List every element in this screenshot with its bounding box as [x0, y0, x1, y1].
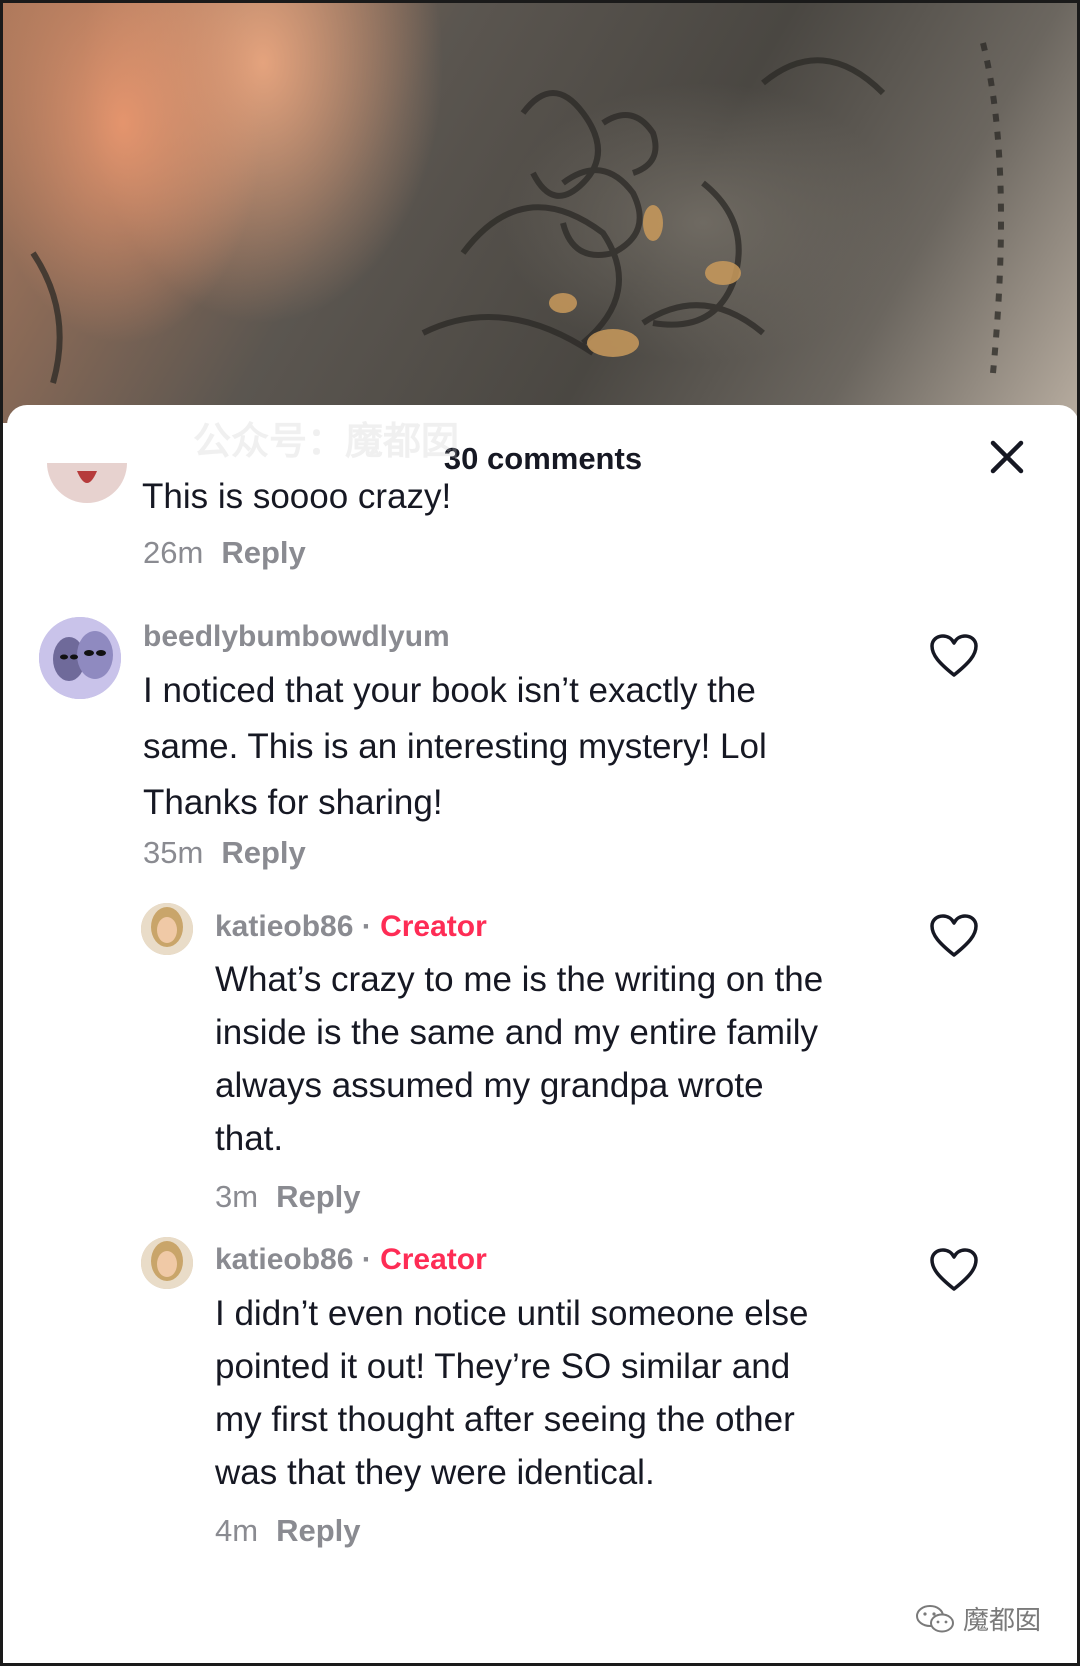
wechat-icon	[915, 1604, 954, 1632]
screenshot-frame: 30 comments This is soooo crazy! 26m Repl…	[0, 0, 1080, 1666]
creator-avatar-image	[141, 1237, 193, 1289]
comment-text-line: always assumed my grandpa wrote	[215, 1066, 764, 1105]
reply-button[interactable]: Reply	[276, 1179, 360, 1214]
carved-book-cover-image	[30, 42, 1004, 384]
reply-button[interactable]: Reply	[221, 835, 305, 870]
comment-text-line: pointed it out! They’re SO similar and	[215, 1347, 791, 1386]
comment-time: 3m	[215, 1179, 259, 1214]
comment-text-line: that.	[215, 1119, 284, 1158]
comment-text-line: my first thought after seeing the other	[215, 1400, 795, 1439]
watermark: 魔都囡	[915, 1600, 1041, 1637]
comment-text-line: Thanks for sharing!	[143, 783, 443, 822]
comment-time: 26m	[143, 535, 204, 570]
comment-text: I didn’t even notice until someone else …	[215, 1287, 808, 1499]
watermark-text: 魔都囡	[962, 1606, 1041, 1636]
comment-text-line: was that they were identical.	[215, 1453, 655, 1492]
comment-meta: 3m Reply	[215, 1179, 361, 1215]
heart-outline-icon	[930, 634, 978, 677]
comment-username[interactable]: katieob86	[215, 910, 353, 943]
creator-badge: Creator	[380, 1243, 487, 1276]
comment-list[interactable]: This is soooo crazy! 26m Reply beedlybumb…	[7, 405, 1077, 1663]
comment-meta: 26m Reply	[143, 535, 306, 571]
separator-dot: ·	[361, 910, 372, 943]
video-background	[3, 3, 1077, 423]
avatar[interactable]	[39, 617, 121, 699]
comment-time: 4m	[215, 1513, 259, 1548]
reply-button[interactable]: Reply	[221, 535, 305, 570]
comment-text-line: same. This is an interesting mystery! Lo…	[143, 727, 767, 766]
avatar[interactable]	[47, 463, 127, 503]
comment-meta: 4m Reply	[215, 1513, 361, 1549]
avatar[interactable]	[141, 1237, 193, 1289]
comment-text-line: What’s crazy to me is the writing on the	[215, 960, 824, 999]
comment-text-line: inside is the same and my entire family	[215, 1013, 819, 1052]
avatar[interactable]	[141, 903, 193, 955]
comments-sheet: 30 comments This is soooo crazy! 26m Repl…	[7, 405, 1077, 1663]
comment-username[interactable]: beedlybumbowdlyum	[143, 620, 450, 654]
comment-meta: 35m Reply	[143, 835, 306, 871]
comment-username[interactable]: katieob86	[215, 1243, 353, 1276]
heart-outline-icon	[930, 914, 978, 957]
creator-avatar-image	[141, 903, 193, 955]
comment-username-row: katieob86 · Creator	[215, 910, 487, 944]
comment-text: This is soooo crazy!	[142, 477, 452, 516]
like-button[interactable]	[929, 633, 979, 679]
comment-text: I noticed that your book isn’t exactly t…	[143, 663, 767, 831]
comment-time: 35m	[143, 835, 204, 870]
separator-dot: ·	[361, 1243, 372, 1276]
heart-outline-icon	[930, 1248, 978, 1291]
like-button[interactable]	[929, 1247, 979, 1293]
comment-text: What’s crazy to me is the writing on the…	[215, 953, 823, 1165]
comment-text-line: I noticed that your book isn’t exactly t…	[143, 671, 756, 710]
alien-avatar-image	[39, 617, 121, 699]
like-button[interactable]	[929, 913, 979, 959]
creator-badge: Creator	[380, 910, 487, 943]
comment-username-row: katieob86 · Creator	[215, 1243, 487, 1277]
comment-text-line: I didn’t even notice until someone else	[215, 1294, 809, 1333]
reply-button[interactable]: Reply	[276, 1513, 360, 1548]
avatar-image	[77, 471, 97, 483]
